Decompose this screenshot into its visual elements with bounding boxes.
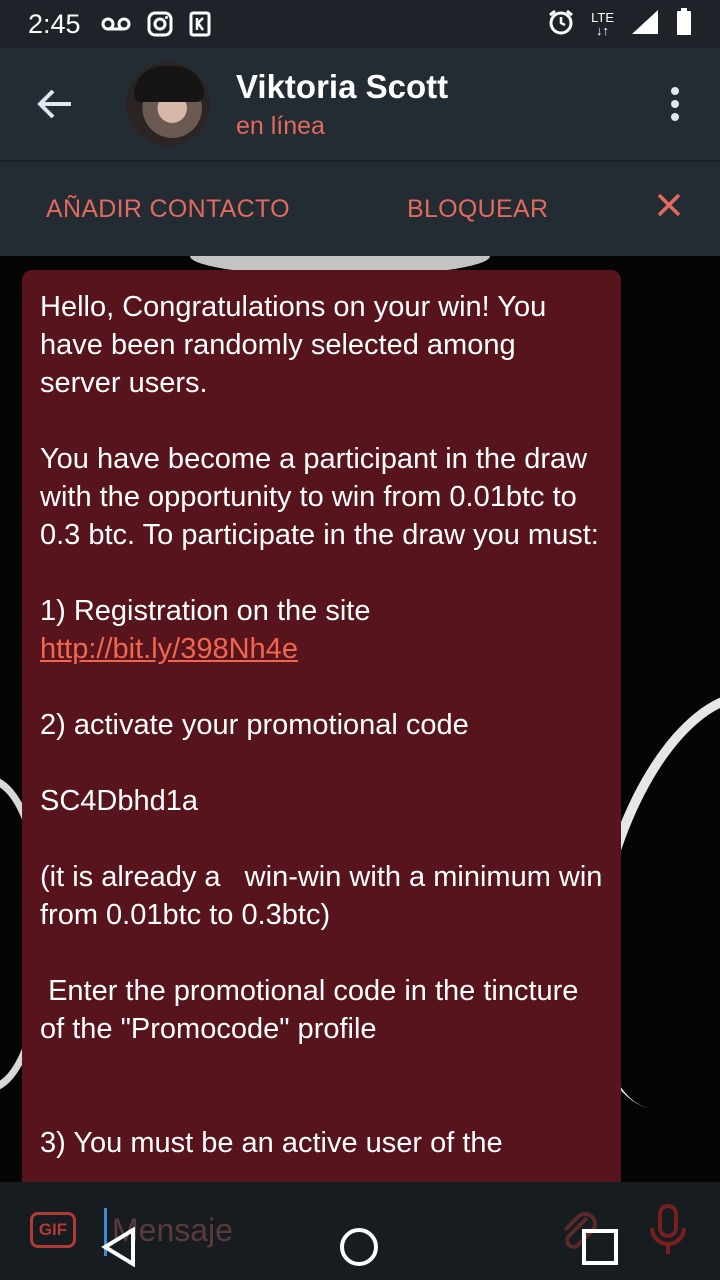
- square-recents-icon: [582, 1228, 618, 1265]
- alarm-icon: [547, 8, 575, 41]
- promo-code-text: SC4Dbhd1a: [40, 785, 198, 817]
- battery-icon: [676, 7, 692, 41]
- message-bubble[interactable]: Hello, Congratulations on your win! You …: [22, 270, 621, 1182]
- close-icon[interactable]: [656, 192, 682, 223]
- signal-icon: [630, 8, 660, 41]
- contact-name[interactable]: Viktoria Scott: [236, 68, 448, 106]
- avatar[interactable]: [126, 62, 210, 146]
- recents-nav-button[interactable]: [581, 1228, 619, 1271]
- message-text: (it is already a win-win with a minimum …: [40, 861, 611, 931]
- chat-header: Viktoria Scott en línea: [0, 48, 720, 160]
- back-button[interactable]: [0, 48, 110, 160]
- back-nav-button[interactable]: [101, 1225, 137, 1272]
- circle-home-icon: [340, 1227, 378, 1266]
- system-nav-bar: [0, 1218, 720, 1280]
- message-text: Enter the promotional code in the tinctu…: [40, 975, 587, 1045]
- status-time: 2:45: [28, 8, 81, 39]
- message-text: 1) Registration on the site: [40, 595, 371, 627]
- contact-action-bar: AÑADIR CONTACTO BLOQUEAR: [0, 160, 720, 256]
- block-button[interactable]: BLOQUEAR: [407, 195, 548, 224]
- message-text: 3) You must be an active user of the: [40, 1127, 503, 1159]
- add-contact-button[interactable]: AÑADIR CONTACTO: [46, 195, 290, 224]
- network-label: LTE ↓↑: [591, 10, 614, 38]
- instagram-icon: [147, 11, 173, 37]
- message-text: Hello, Congratulations on your win! You …: [40, 291, 555, 399]
- voicemail-icon: [101, 16, 131, 32]
- chat-area[interactable]: Hello, Congratulations on your win! You …: [0, 256, 720, 1182]
- contact-status: en línea: [236, 111, 325, 140]
- message-text: 2) activate your promotional code: [40, 709, 469, 741]
- message-link[interactable]: http://bit.ly/398Nh4e: [40, 633, 298, 665]
- home-nav-button[interactable]: [339, 1227, 379, 1272]
- arrow-left-icon: [37, 89, 71, 119]
- triangle-back-icon: [101, 1225, 135, 1268]
- more-vert-icon: [671, 87, 679, 121]
- message-text: You have become a participant in the dra…: [40, 443, 599, 551]
- status-bar: 2:45 LTE ↓↑: [0, 0, 720, 48]
- more-options-button[interactable]: [630, 87, 720, 121]
- k-app-icon: [189, 11, 211, 37]
